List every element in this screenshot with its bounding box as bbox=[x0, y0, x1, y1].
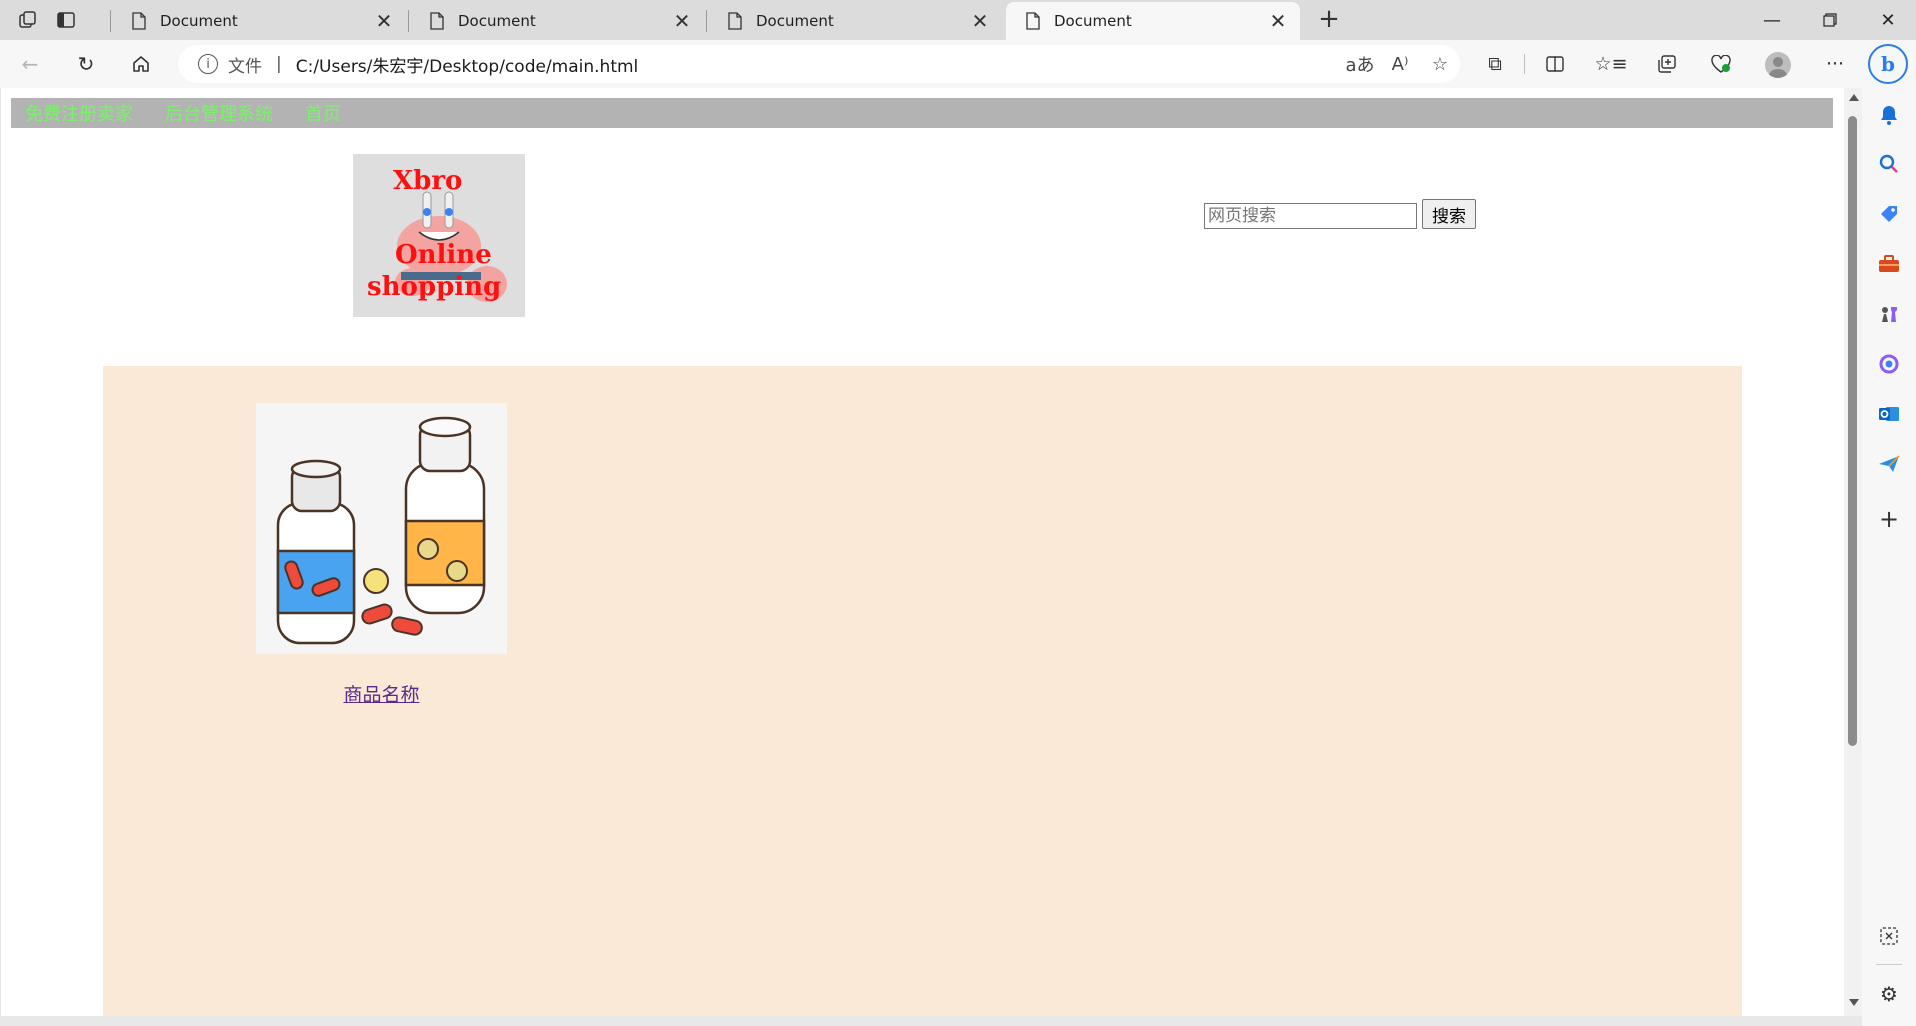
tab-title: Document bbox=[160, 12, 238, 30]
tab-document-4-active[interactable]: Document ✕ bbox=[1006, 2, 1300, 40]
site-info-label: 文件 bbox=[228, 56, 262, 77]
info-icon[interactable]: i bbox=[198, 54, 218, 74]
scroll-down-arrow-icon[interactable] bbox=[1849, 999, 1859, 1006]
window-bottom-edge bbox=[0, 1016, 1862, 1026]
logo-text-line3: shopping bbox=[367, 272, 502, 302]
address-bar[interactable]: i 文件 | C:/Users/朱宏宇/Desktop/code/main.ht… bbox=[178, 45, 1460, 83]
tab-document-1[interactable]: Document ✕ bbox=[112, 2, 406, 40]
refresh-icon[interactable]: ↻ bbox=[70, 48, 102, 80]
back-arrow-icon[interactable]: ← bbox=[14, 48, 46, 80]
tools-briefcase-icon[interactable] bbox=[1876, 251, 1902, 277]
copilot-icon[interactable]: b bbox=[1868, 44, 1908, 84]
add-icon[interactable]: + bbox=[1876, 505, 1902, 533]
screenshot-icon[interactable] bbox=[1876, 923, 1902, 949]
product-name-link[interactable]: 商品名称 bbox=[256, 680, 507, 707]
tab-title: Document bbox=[458, 12, 536, 30]
scroll-up-arrow-icon[interactable] bbox=[1849, 94, 1859, 101]
minimize-icon[interactable]: — bbox=[1744, 0, 1800, 40]
close-icon[interactable]: ✕ bbox=[672, 9, 692, 33]
microsoft-365-icon[interactable] bbox=[1876, 351, 1902, 377]
site-logo[interactable]: Xbro Online shopping bbox=[353, 154, 525, 317]
nav-link-admin-system[interactable]: 后台管理系统 bbox=[165, 100, 273, 126]
browser-essentials-icon[interactable] bbox=[1706, 50, 1736, 78]
shopping-tag-icon[interactable] bbox=[1876, 201, 1902, 227]
scroll-thumb[interactable] bbox=[1848, 116, 1857, 746]
close-window-icon[interactable]: ✕ bbox=[1860, 0, 1916, 40]
profile-avatar[interactable] bbox=[1765, 52, 1791, 78]
games-chess-icon[interactable] bbox=[1876, 301, 1902, 327]
close-icon[interactable]: ✕ bbox=[970, 9, 990, 33]
read-aloud-icon[interactable]: A⁾ bbox=[1380, 54, 1420, 75]
document-icon bbox=[132, 12, 146, 30]
tab-title: Document bbox=[1054, 12, 1132, 30]
outlook-icon[interactable] bbox=[1876, 401, 1902, 427]
vertical-scrollbar[interactable] bbox=[1844, 88, 1862, 1016]
split-screen-icon[interactable] bbox=[1540, 50, 1570, 78]
medicine-bottles-icon bbox=[256, 403, 507, 654]
document-icon bbox=[728, 12, 742, 30]
search-icon[interactable] bbox=[1876, 151, 1902, 177]
extensions-icon[interactable]: ⧉ bbox=[1480, 50, 1510, 78]
tab-document-3[interactable]: Document ✕ bbox=[708, 2, 1002, 40]
translate-icon[interactable]: aあ bbox=[1340, 51, 1380, 77]
divider: | bbox=[276, 54, 282, 74]
home-icon[interactable] bbox=[125, 48, 157, 80]
nav-link-register-seller[interactable]: 免费注册卖家 bbox=[25, 100, 133, 126]
search-input[interactable] bbox=[1204, 203, 1417, 229]
top-nav-bar: 免费注册卖家 后台管理系统 首页 bbox=[11, 98, 1833, 128]
tab-document-2[interactable]: Document ✕ bbox=[410, 2, 704, 40]
tab-strip: Document ✕ Document ✕ Document ✕ Documen… bbox=[0, 0, 1916, 40]
nav-link-home[interactable]: 首页 bbox=[305, 100, 341, 126]
send-plane-icon[interactable] bbox=[1876, 451, 1902, 477]
product-card[interactable]: 商品名称 bbox=[256, 403, 507, 707]
product-list-area: 商品名称 bbox=[103, 366, 1742, 1016]
edge-sidebar: + ⚙ bbox=[1862, 88, 1916, 1026]
close-icon[interactable]: ✕ bbox=[1268, 9, 1288, 33]
page-viewport: 免费注册卖家 后台管理系统 首页 Xbro Online shopping 搜索 bbox=[0, 88, 1845, 1016]
url-text[interactable]: C:/Users/朱宏宇/Desktop/code/main.html bbox=[296, 52, 1340, 77]
close-icon[interactable]: ✕ bbox=[374, 9, 394, 33]
vertical-tabs-icon[interactable] bbox=[52, 6, 80, 34]
tab-title: Document bbox=[756, 12, 834, 30]
bell-icon[interactable] bbox=[1876, 102, 1902, 128]
document-icon bbox=[1026, 12, 1040, 30]
new-tab-button[interactable]: + bbox=[1314, 4, 1344, 36]
favorite-star-icon[interactable]: ☆ bbox=[1420, 54, 1460, 75]
document-icon bbox=[430, 12, 444, 30]
collections-icon[interactable] bbox=[1652, 50, 1682, 78]
workspaces-icon[interactable] bbox=[14, 6, 42, 34]
more-options-icon[interactable]: ··· bbox=[1820, 50, 1850, 78]
favorites-icon[interactable]: ☆≡ bbox=[1595, 50, 1628, 78]
browser-toolbar: ← ↻ i 文件 | C:/Users/朱宏宇/Desktop/code/mai… bbox=[0, 40, 1916, 88]
restore-icon[interactable] bbox=[1802, 0, 1858, 40]
settings-gear-icon[interactable]: ⚙ bbox=[1876, 981, 1902, 1007]
search-button[interactable]: 搜索 bbox=[1422, 199, 1476, 229]
product-image[interactable] bbox=[256, 403, 507, 654]
logo-text-line1: Xbro bbox=[393, 166, 463, 196]
logo-text-line2: Online bbox=[395, 240, 492, 270]
